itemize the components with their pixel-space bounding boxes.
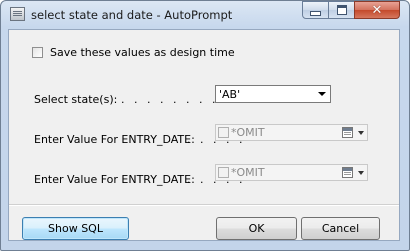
calendar-icon[interactable] — [342, 167, 353, 178]
window-title: select state and date - AutoPrompt — [31, 8, 233, 22]
state-label: Select state(s): — [34, 93, 118, 106]
minimize-icon — [310, 10, 321, 16]
entry-date-1-label: Enter Value For ENTRY_DATE: — [34, 133, 195, 146]
app-icon[interactable] — [10, 7, 25, 21]
chevron-down-icon[interactable] — [358, 171, 364, 175]
close-button[interactable]: ✕ — [354, 1, 400, 19]
state-select-value: 'AB' — [219, 88, 241, 101]
save-design-time-checkbox[interactable] — [32, 47, 43, 58]
close-icon: ✕ — [371, 2, 383, 18]
autoprompt-dialog: select state and date - AutoPrompt ✕ Sav… — [0, 0, 410, 251]
dialog-body: Save these values as design time Select … — [8, 29, 400, 241]
entry-date-2-label: Enter Value For ENTRY_DATE: — [34, 173, 195, 186]
cancel-button[interactable]: Cancel — [301, 217, 380, 240]
ok-button[interactable]: OK — [216, 217, 297, 240]
maximize-icon — [336, 5, 347, 15]
maximize-button[interactable] — [328, 1, 355, 19]
entry-date-1-picker[interactable]: *OMIT — [215, 124, 368, 141]
chevron-down-icon[interactable] — [358, 131, 364, 135]
entry-date-1-value: *OMIT — [231, 126, 265, 139]
state-select[interactable]: 'AB' — [215, 85, 331, 103]
entry-date-1-checkbox[interactable] — [218, 127, 229, 138]
chevron-down-icon[interactable] — [318, 92, 326, 96]
calendar-icon[interactable] — [342, 127, 353, 138]
footer-divider-highlight — [9, 205, 399, 206]
entry-date-2-value: *OMIT — [231, 166, 265, 179]
title-bar[interactable]: select state and date - AutoPrompt ✕ — [1, 1, 409, 28]
entry-date-2-picker[interactable]: *OMIT — [215, 164, 368, 181]
entry-date-2-checkbox[interactable] — [218, 167, 229, 178]
save-design-time-label: Save these values as design time — [50, 46, 235, 59]
minimize-button[interactable] — [302, 1, 329, 19]
show-sql-button[interactable]: Show SQL — [22, 217, 129, 240]
